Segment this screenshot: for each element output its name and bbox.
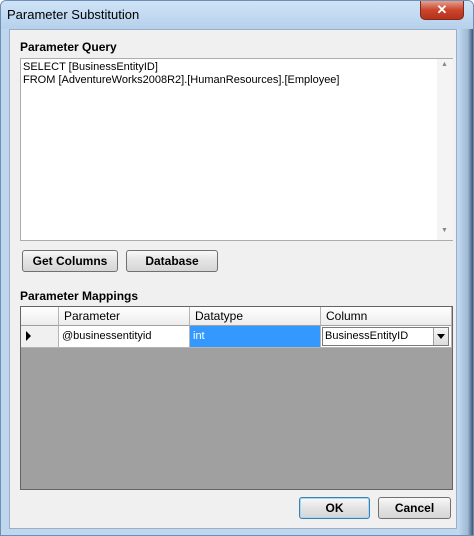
row-header[interactable] [21,326,59,348]
window-title: Parameter Substitution [7,7,140,22]
column-cell[interactable]: BusinessEntityID [321,326,452,348]
scroll-up-arrow-icon[interactable]: ▲ [441,61,448,68]
chevron-down-icon [437,334,445,339]
window-frame-edge [457,29,473,535]
scroll-down-arrow-icon[interactable]: ▼ [441,227,448,234]
title-bar[interactable]: Parameter Substitution ✕ [1,1,473,29]
cancel-button[interactable]: Cancel [378,497,451,519]
close-button[interactable]: ✕ [420,1,464,20]
ok-button[interactable]: OK [299,497,370,519]
parameter-mappings-grid[interactable]: Parameter Datatype Column @businessentit… [20,306,453,490]
column-dropdown[interactable]: BusinessEntityID [322,327,449,346]
parameter-substitution-dialog: Parameter Substitution ✕ Parameter Query… [0,0,474,536]
parameter-query-textarea[interactable]: SELECT [BusinessEntityID] FROM [Adventur… [20,58,453,241]
row-header-corner [21,307,59,326]
column-header-parameter[interactable]: Parameter [59,307,190,326]
parameter-mappings-label: Parameter Mappings [20,289,139,303]
get-columns-button[interactable]: Get Columns [22,250,118,272]
datatype-cell[interactable]: int [190,326,321,348]
column-header-column[interactable]: Column [321,307,452,326]
dialog-client-area: Parameter Query SELECT [BusinessEntityID… [9,29,457,529]
query-vertical-scrollbar[interactable]: ▲ ▼ [437,59,453,240]
parameter-query-label: Parameter Query [20,40,117,54]
query-text[interactable]: SELECT [BusinessEntityID] FROM [Adventur… [23,61,433,87]
database-button[interactable]: Database [126,250,218,272]
column-header-datatype[interactable]: Datatype [190,307,321,326]
column-dropdown-value: BusinessEntityID [325,330,409,342]
parameter-cell[interactable]: @businessentityid [59,326,190,348]
dropdown-arrow-button[interactable] [433,328,448,345]
current-row-arrow-icon [26,331,31,341]
